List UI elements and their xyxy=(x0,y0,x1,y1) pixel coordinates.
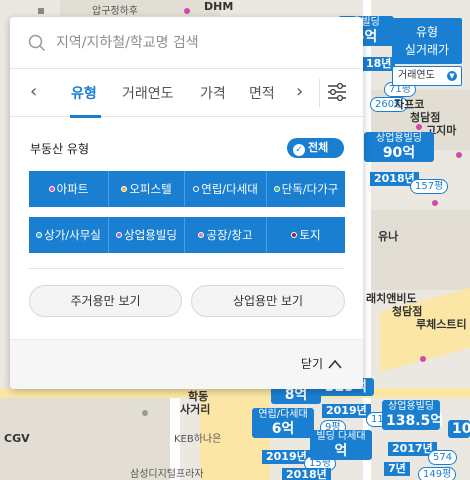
tab-scroll-right-icon[interactable]: › xyxy=(296,81,303,103)
type-color-dot xyxy=(193,186,200,192)
type-color-dot xyxy=(291,232,298,238)
map-pin xyxy=(456,152,462,158)
map-marker[interactable]: 상업용빌딩 138.5억 xyxy=(382,400,443,430)
property-type-row: 상가/사무실 상업용빌딩 공장/창고 토지 xyxy=(29,217,345,253)
map-pin xyxy=(38,8,44,14)
chevron-down-icon: ▼ xyxy=(447,71,457,81)
filter-panel: ‹ 유형 거래연도 가격 면적 › 부동산 유형 ✓전체 아파트 오피스텔 연립… xyxy=(10,17,363,389)
map-label: 유나 xyxy=(378,230,399,243)
map-marker-year: 2019년 xyxy=(322,404,371,418)
map-pin xyxy=(142,410,148,416)
residential-only-button[interactable]: 주거용만 보기 xyxy=(29,285,182,317)
layer-price-label: 실거래가 xyxy=(404,43,450,57)
map-marker[interactable]: 상업용빌딩 90억 xyxy=(364,132,434,162)
map-pin xyxy=(432,200,438,206)
map-pin xyxy=(416,124,422,130)
filter-settings-icon[interactable] xyxy=(326,81,348,103)
search-bar xyxy=(10,17,363,69)
tab-price[interactable]: 가격 xyxy=(200,83,226,103)
panel-footer: 닫기 xyxy=(10,339,363,389)
map-marker-year: 2018년 xyxy=(282,468,331,480)
search-icon xyxy=(28,34,46,51)
map-layer-toggle-button[interactable]: 유형 실거래가 xyxy=(392,18,462,64)
close-panel-label: 닫기 xyxy=(300,357,323,371)
select-all-toggle[interactable]: ✓ 전체 xyxy=(287,138,344,158)
tab-trade-year[interactable]: 거래연도 xyxy=(122,83,174,103)
map-marker-area: 157평 xyxy=(410,179,449,194)
layer-type-label: 유형 xyxy=(415,25,439,39)
select-all-label: 전체 xyxy=(308,141,329,154)
type-officetel-button[interactable]: 오피스텔 xyxy=(109,171,185,207)
property-type-title: 부동산 유형 xyxy=(30,142,90,156)
type-villa-button[interactable]: 연립/다세대 xyxy=(185,171,267,207)
type-commercial-building-button[interactable]: 상업용빌딩 xyxy=(109,217,185,253)
type-color-dot xyxy=(273,186,280,192)
type-land-button[interactable]: 토지 xyxy=(267,217,345,253)
map-marker[interactable]: 10 xyxy=(448,420,470,439)
map-label: KEB하나은 xyxy=(174,434,222,445)
map-marker-area: 149평 xyxy=(418,467,457,480)
type-store-office-button[interactable]: 상가/사무실 xyxy=(29,217,109,253)
type-color-dot xyxy=(116,232,123,238)
property-type-row: 아파트 오피스텔 연립/다세대 단독/다가구 xyxy=(29,171,345,207)
type-apartment-button[interactable]: 아파트 xyxy=(29,171,109,207)
map-marker-year: 7년 xyxy=(384,462,410,476)
check-icon: ✓ xyxy=(293,144,305,156)
map-label: DHM xyxy=(204,0,234,13)
map-pin xyxy=(184,8,190,14)
chevron-up-icon xyxy=(328,359,342,369)
map-label: 루체스트티 xyxy=(416,318,467,331)
type-color-dot xyxy=(121,186,128,192)
tab-area[interactable]: 면적 xyxy=(249,83,275,103)
search-input[interactable] xyxy=(56,34,346,51)
tab-scroll-left-icon[interactable]: ‹ xyxy=(30,81,37,103)
type-house-button[interactable]: 단독/다가구 xyxy=(267,171,345,207)
map-marker-year: 18년 xyxy=(362,57,396,71)
divider xyxy=(29,268,345,269)
commercial-only-button[interactable]: 상업용만 보기 xyxy=(191,285,345,317)
type-color-dot xyxy=(36,232,43,238)
tab-type[interactable]: 유형 xyxy=(71,83,97,103)
map-layer-select[interactable]: 거래연도 ▼ xyxy=(392,66,462,86)
map-label: 사거리 xyxy=(180,403,211,416)
active-tab-indicator xyxy=(70,115,101,118)
map-label: 삼성디지털프라자 xyxy=(130,469,204,480)
divider xyxy=(319,79,320,107)
type-color-dot xyxy=(48,186,55,192)
map-marker[interactable]: 빌딩 다세대 억 xyxy=(310,430,372,460)
map-main-road xyxy=(0,388,470,398)
map-pin xyxy=(420,356,426,362)
type-color-dot xyxy=(198,232,205,238)
type-factory-warehouse-button[interactable]: 공장/창고 xyxy=(185,217,267,253)
map-layer-select-value: 거래연도 xyxy=(398,70,435,81)
map-block xyxy=(60,0,220,16)
map-marker-area: 574 xyxy=(428,450,458,465)
close-panel-button[interactable]: 닫기 xyxy=(301,355,343,372)
map-marker[interactable]: 연립/다세대 6억 xyxy=(252,408,314,438)
map-block xyxy=(370,210,470,290)
map-label: CGV xyxy=(4,432,30,445)
map-label: 압구정하후 xyxy=(92,6,138,17)
filter-tabs: ‹ 유형 거래연도 가격 면적 › xyxy=(10,69,363,118)
